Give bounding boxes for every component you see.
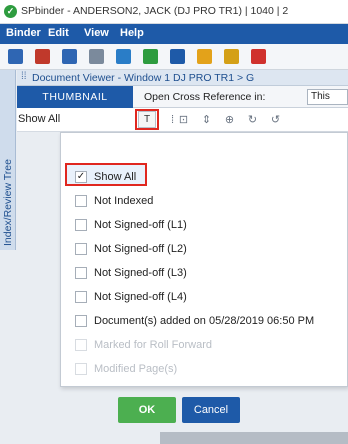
filter-option-label: Not Signed-off (L3) <box>94 267 187 279</box>
filter-button-highlight <box>135 109 159 130</box>
window-title: SPbinder - ANDERSON2, JACK (DJ PRO TR1) … <box>21 5 289 17</box>
cross-reference-label: Open Cross Reference in: <box>144 91 266 103</box>
page-icon[interactable] <box>116 49 131 64</box>
checkbox-icon[interactable] <box>75 267 87 279</box>
filter-option-label: Not Signed-off (L1) <box>94 219 187 231</box>
checkbox-icon <box>75 363 87 375</box>
checked-checkbox-icon[interactable]: ✓ <box>75 171 87 183</box>
filter-option: Marked for Roll Forward <box>61 336 348 356</box>
save-icon[interactable] <box>8 49 23 64</box>
filter-row: Show All T ⁞ ⊡ ⇕ ⊕ ↻ ↺ <box>17 108 348 132</box>
viewer-title: Document Viewer - Window 1 DJ PRO TR1 > … <box>32 72 255 84</box>
menu-bar: Binder Edit View Help <box>0 24 348 44</box>
filter-option-label: Marked for Roll Forward <box>94 339 212 351</box>
viewer-tab-row: THUMBNAIL Open Cross Reference in: This <box>17 86 348 108</box>
filter-current-value[interactable]: Show All <box>18 113 60 125</box>
filter-option[interactable]: Document(s) added on 05/28/2019 06:50 PM <box>61 312 348 332</box>
binder-icon[interactable] <box>35 49 50 64</box>
sign-off-icon[interactable] <box>170 49 185 64</box>
document-icon[interactable] <box>89 49 104 64</box>
filter-option-label: Not Signed-off (L4) <box>94 291 187 303</box>
refresh-icon[interactable] <box>143 49 158 64</box>
filter-option-label: Document(s) added on 05/28/2019 06:50 PM <box>94 315 315 327</box>
checkbox-icon[interactable] <box>75 219 87 231</box>
menu-edit[interactable]: Edit <box>48 27 69 39</box>
cancel-button[interactable]: Cancel <box>182 397 240 423</box>
filter-option[interactable]: ✓ Show All <box>61 168 348 188</box>
filter-option[interactable]: Not Signed-off (L4) <box>61 288 348 308</box>
tab-thumbnail[interactable]: THUMBNAIL <box>17 86 133 108</box>
menu-help[interactable]: Help <box>120 27 144 39</box>
user-icon[interactable] <box>224 49 239 64</box>
filter-option: Modified Page(s) <box>61 360 348 380</box>
print-icon[interactable] <box>62 49 77 64</box>
viewer-header: ⁞⁞ Document Viewer - Window 1 DJ PRO TR1… <box>17 70 348 86</box>
toolbar <box>0 44 348 70</box>
rotate-icon[interactable]: ⊕ <box>223 114 236 127</box>
filter-option[interactable]: Not Signed-off (L2) <box>61 240 348 260</box>
ok-button[interactable]: OK <box>118 397 176 423</box>
filter-option-label: Not Signed-off (L2) <box>94 243 187 255</box>
menu-view[interactable]: View <box>84 27 109 39</box>
title-bar: ✓ SPbinder - ANDERSON2, JACK (DJ PRO TR1… <box>0 0 348 24</box>
rotate-left-icon[interactable]: ↺ <box>269 114 282 127</box>
cross-reference-select[interactable]: This <box>307 89 348 105</box>
checkbox-icon[interactable] <box>75 315 87 327</box>
checkbox-icon[interactable] <box>75 195 87 207</box>
filter-option[interactable]: Not Signed-off (L3) <box>61 264 348 284</box>
drag-grip-icon[interactable]: ⁞⁞ <box>21 71 27 82</box>
status-strip <box>160 432 348 444</box>
fit-width-icon[interactable]: ⇕ <box>200 114 213 127</box>
filter-option-label: Modified Page(s) <box>94 363 178 375</box>
fit-page-icon[interactable]: ⊡ <box>177 114 190 127</box>
delete-icon[interactable] <box>251 49 266 64</box>
filter-dropdown: ✓ Show All Not Indexed Not Signed-off (L1) N… <box>60 132 348 387</box>
app-check-icon: ✓ <box>4 5 17 18</box>
checkbox-icon[interactable] <box>75 243 87 255</box>
side-panel-label: Index/Review Tree <box>2 159 14 246</box>
filter-option[interactable]: Not Signed-off (L1) <box>61 216 348 236</box>
rotate-right-icon[interactable]: ↻ <box>246 114 259 127</box>
filter-option-label: Not Indexed <box>94 195 154 207</box>
menu-binder[interactable]: Binder <box>6 27 41 39</box>
filter-option-label: Show All <box>94 171 137 183</box>
cross-reference-icon[interactable] <box>197 49 212 64</box>
checkbox-icon[interactable] <box>75 291 87 303</box>
checkbox-icon <box>75 339 87 351</box>
filter-option[interactable]: Not Indexed <box>61 192 348 212</box>
index-review-tree-tab[interactable]: Index/Review Tree <box>0 70 16 250</box>
